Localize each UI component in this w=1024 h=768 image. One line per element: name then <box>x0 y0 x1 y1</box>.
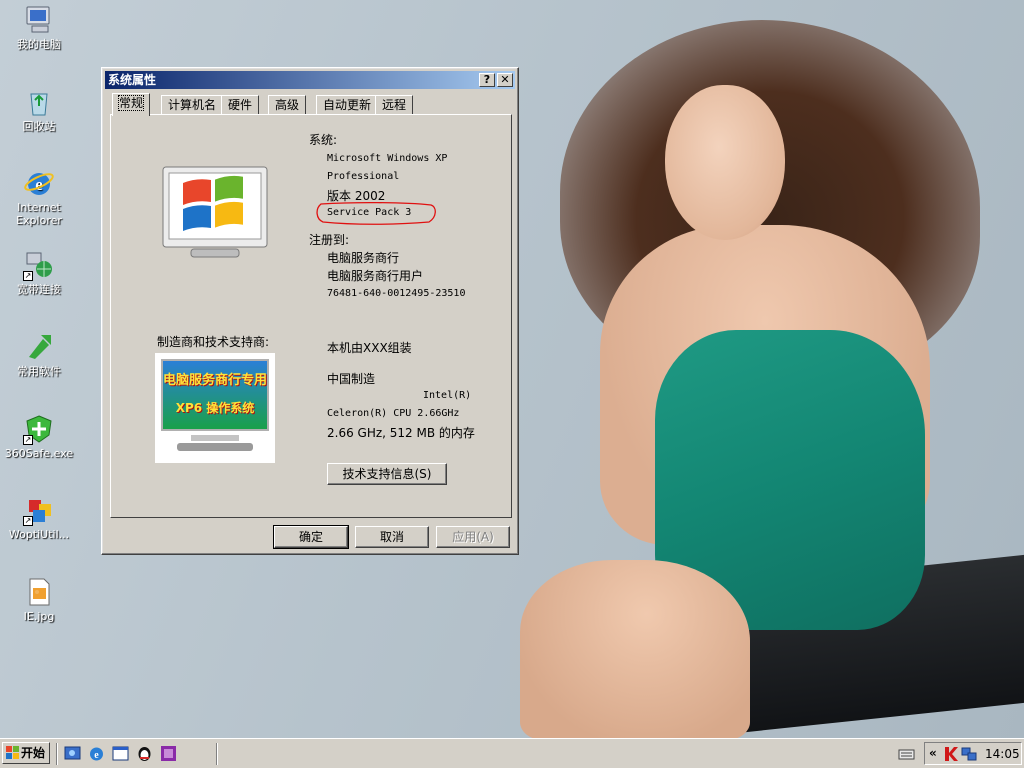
tab-remote[interactable]: 远程 <box>375 95 414 115</box>
desktop-icon-360safe[interactable]: ↗ 360Safe.exe <box>1 413 77 460</box>
window-titlebar[interactable]: 系统属性 ? ✕ <box>105 71 515 89</box>
desktop-icon-label: IE.jpg <box>23 610 55 623</box>
oem-logo-stand <box>191 435 239 441</box>
desktop-icon-broadband[interactable]: ↗ 宽带连接 <box>1 249 77 296</box>
tab-hardware[interactable]: 硬件 <box>221 95 260 115</box>
window-icon <box>112 746 129 761</box>
made-in: 中国制造 <box>327 372 376 386</box>
network-icon[interactable] <box>961 746 977 762</box>
keyboard-language-button[interactable] <box>898 745 915 762</box>
desktop-icon-label: 常用软件 <box>17 365 61 378</box>
cancel-button[interactable]: 取消 <box>355 526 429 548</box>
help-icon: ? <box>483 73 491 86</box>
desktop-icon-label: 我的电脑 <box>17 38 61 51</box>
windows-flag-icon <box>6 746 19 759</box>
desktop-icon-ie-jpg[interactable]: IE.jpg <box>1 576 77 623</box>
taskbar-separator <box>56 743 58 765</box>
oem-logo-screen: 电脑服务商行专用 XP6 操作系统 <box>161 359 269 431</box>
my-computer-icon <box>23 4 55 36</box>
desktop-icon-common-software[interactable]: 常用软件 <box>1 331 77 378</box>
tab-advanced[interactable]: 高级 <box>268 95 307 115</box>
desktop-icon-recycle-bin[interactable]: 回收站 <box>1 86 77 133</box>
tab-label: 计算机名 <box>168 98 217 112</box>
tab-label: 高级 <box>275 98 300 112</box>
360safe-icon: ↗ <box>23 413 55 445</box>
desktop-icon-internet-explorer[interactable]: e Internet Explorer <box>1 167 77 227</box>
assembled-by: 本机由XXX组装 <box>327 341 412 355</box>
taskbar: 开始 e « 14:05 <box>0 738 1024 768</box>
tab-label: 自动更新 <box>323 98 372 112</box>
start-button[interactable]: 开始 <box>2 742 50 764</box>
tab-label: 常规 <box>117 95 145 111</box>
start-label: 开始 <box>21 746 46 760</box>
purple-app-icon <box>161 746 176 761</box>
general-tab-panel: 系统: Microsoft Windows XP Professional 版本… <box>110 114 512 518</box>
tab-automatic-updates[interactable]: 自动更新 <box>316 95 379 115</box>
cpu-model: Celeron(R) CPU 2.66GHz <box>327 408 460 419</box>
keyboard-icon <box>898 749 915 760</box>
manufacturer-heading: 制造商和技术支持商: <box>157 335 270 349</box>
quicklaunch-ie[interactable]: e <box>88 745 105 762</box>
desktop-icon-woptiutilities[interactable]: ↗ WoptiUtil... <box>1 494 77 541</box>
tab-label: 远程 <box>382 98 407 112</box>
antivirus-k-icon[interactable] <box>943 746 959 762</box>
quicklaunch-show-desktop[interactable] <box>64 745 81 762</box>
os-name-line2: Professional <box>327 171 400 182</box>
wallpaper-face <box>665 85 785 240</box>
tab-general[interactable]: 常规 <box>112 93 151 116</box>
close-button[interactable]: ✕ <box>497 73 513 87</box>
windows-logo-monitor <box>161 165 269 264</box>
tab-computer-name[interactable]: 计算机名 <box>161 95 224 115</box>
oem-logo: 电脑服务商行专用 XP6 操作系统 <box>155 353 275 463</box>
quicklaunch-explorer[interactable] <box>112 745 129 762</box>
registered-owner: 电脑服务商行 <box>327 251 400 265</box>
system-properties-window[interactable]: 系统属性 ? ✕ 常规 计算机名 硬件 高级 自动更新 远程 系统: Micro… <box>101 67 519 555</box>
close-icon: ✕ <box>500 73 510 86</box>
help-button[interactable]: ? <box>479 73 495 87</box>
tray-expand-icon[interactable]: « <box>929 746 937 760</box>
tab-label: 硬件 <box>228 98 253 112</box>
oem-logo-line1: 电脑服务商行专用 <box>163 373 268 388</box>
registered-heading: 注册到: <box>309 233 350 247</box>
taskbar-separator <box>216 743 218 765</box>
registered-user: 电脑服务商行用户 <box>327 269 424 283</box>
apply-button[interactable]: 应用(A) <box>436 526 510 548</box>
recycle-bin-icon <box>23 86 55 118</box>
common-software-icon <box>23 331 55 363</box>
internet-explorer-icon: e <box>23 167 55 199</box>
desktop-icon-label: 回收站 <box>22 120 56 133</box>
desktop-icon-label: Internet Explorer <box>16 201 62 227</box>
internet-explorer-icon: e <box>90 747 103 761</box>
quicklaunch-qq[interactable] <box>136 745 153 762</box>
quicklaunch-app[interactable] <box>160 745 177 762</box>
clock[interactable]: 14:05 <box>985 747 1020 761</box>
image-file-icon <box>23 576 55 608</box>
cpu-vendor: Intel(R) <box>423 390 472 401</box>
qq-penguin-icon <box>138 747 151 761</box>
svg-text:e: e <box>94 750 99 761</box>
support-info-button[interactable]: 技术支持信息(S) <box>327 463 447 485</box>
ok-button[interactable]: 确定 <box>273 525 349 549</box>
system-tray: « 14:05 <box>924 742 1022 765</box>
wallpaper-legs <box>520 560 750 738</box>
red-highlight-annotation <box>316 201 436 225</box>
desktop-icon-label: 360Safe.exe <box>4 447 74 460</box>
cpu-memory: 2.66 GHz, 512 MB 的内存 <box>327 426 475 440</box>
desktop-icon-label: 宽带连接 <box>17 283 61 296</box>
broadband-connection-icon: ↗ <box>23 249 55 281</box>
oem-logo-line2: XP6 操作系统 <box>175 401 255 415</box>
desktop-icon-label: WoptiUtil... <box>8 528 70 541</box>
oem-logo-base <box>177 443 253 451</box>
os-name-line1: Microsoft Windows XP <box>327 153 448 164</box>
show-desktop-icon <box>64 746 81 760</box>
woptiutilities-icon: ↗ <box>23 494 55 526</box>
window-title: 系统属性 <box>108 73 157 87</box>
desktop-icon-my-computer[interactable]: 我的电脑 <box>1 4 77 51</box>
product-id: 76481-640-0012495-23510 <box>327 288 466 299</box>
system-heading: 系统: <box>309 133 338 147</box>
